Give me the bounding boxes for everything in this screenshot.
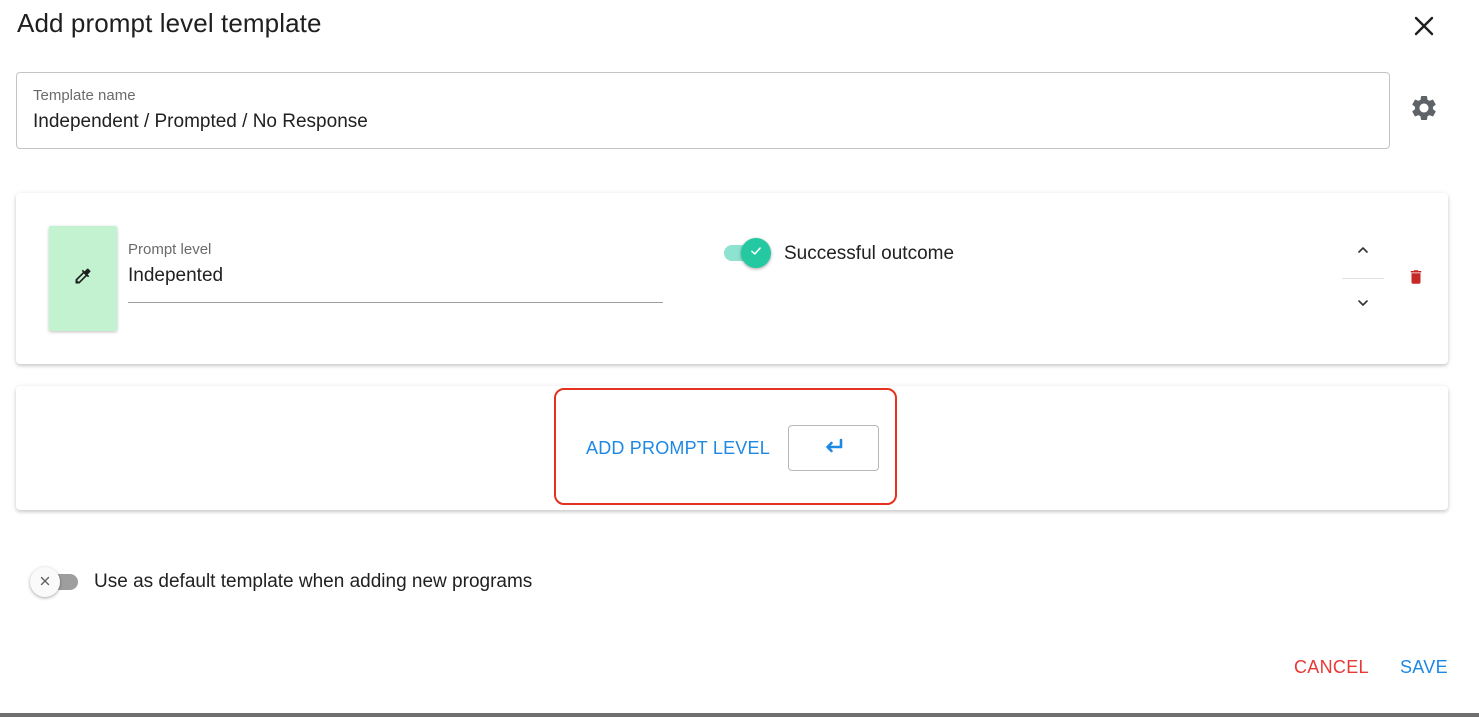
x-icon [40,573,50,591]
prompt-level-field[interactable]: Prompt level Indepented [128,239,663,303]
dialog-title: Add prompt level template [17,8,322,38]
template-name-label: Template name [33,87,136,104]
default-template-label: Use as default template when adding new … [94,571,533,592]
prompt-level-input[interactable]: Indepented [128,265,223,287]
chevron-down-icon [1355,295,1371,316]
move-up-button[interactable] [1342,238,1384,266]
enter-key-icon [822,436,846,461]
close-button[interactable] [1404,8,1444,48]
gear-icon [1409,93,1439,128]
chevron-up-icon [1355,242,1371,263]
check-icon [749,244,763,263]
default-template-toggle[interactable] [30,567,80,597]
prompt-level-card: Prompt level Indepented [16,193,1448,364]
toggle-thumb [741,238,771,268]
prompt-level-label: Prompt level [128,241,212,258]
arrow-divider [1342,278,1384,279]
prompt-level-color-button[interactable] [49,226,117,331]
eyedropper-icon [73,266,93,291]
enter-key-hint [788,425,879,471]
bottom-edge [0,713,1479,717]
move-down-button[interactable] [1342,291,1384,319]
template-name-input[interactable]: Independent / Prompted / No Response [33,111,368,133]
toggle-thumb [30,567,60,597]
close-icon [1412,14,1436,43]
successful-outcome-label: Successful outcome [784,243,955,264]
template-name-field[interactable]: Template name Independent / Prompted / N… [16,72,1390,149]
successful-outcome-toggle[interactable] [724,238,774,268]
settings-button[interactable] [1404,90,1444,130]
cancel-button[interactable]: CANCEL [1294,652,1369,682]
save-button[interactable]: SAVE [1400,652,1448,682]
add-prompt-level-button[interactable]: ADD PROMPT LEVEL [578,430,778,466]
trash-icon [1407,266,1425,293]
delete-prompt-level-button[interactable] [1402,264,1430,294]
